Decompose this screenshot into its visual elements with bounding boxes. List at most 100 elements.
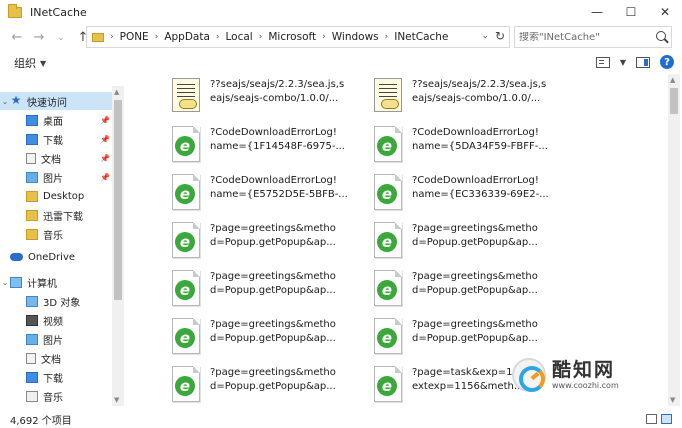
search-box[interactable] bbox=[514, 26, 672, 48]
nav-item-pictures[interactable]: 图片 📌 bbox=[0, 168, 112, 186]
chevron-right-icon[interactable]: › bbox=[259, 32, 263, 42]
nav-label: 桌面 bbox=[43, 116, 63, 128]
window-controls: — ☐ ✕ bbox=[580, 0, 682, 24]
preview-pane-icon[interactable] bbox=[636, 56, 650, 68]
chevron-right-icon[interactable]: › bbox=[155, 32, 159, 42]
folder-icon bbox=[92, 32, 104, 42]
back-button[interactable]: ← bbox=[6, 26, 28, 48]
breadcrumb-item[interactable]: PONE bbox=[120, 31, 149, 43]
nav-item-desktop[interactable]: 桌面 📌 bbox=[0, 111, 112, 129]
nav-item-pc-documents[interactable]: 文档 bbox=[0, 349, 112, 367]
computer-icon bbox=[10, 276, 22, 288]
nav-label: 音乐 bbox=[43, 230, 63, 242]
change-view-icon[interactable] bbox=[595, 56, 610, 68]
nav-onedrive[interactable]: OneDrive bbox=[0, 248, 112, 266]
file-item[interactable]: e ?page=greetings&metho d=Popup.getPopup&… bbox=[372, 222, 572, 266]
navigation-scrollbar[interactable]: ▲ ▼ bbox=[112, 86, 124, 406]
music-icon bbox=[26, 228, 38, 240]
file-item[interactable]: e ?page=greetings&metho d=Popup.getPopup&… bbox=[170, 270, 370, 314]
chevron-right-icon[interactable]: › bbox=[385, 32, 389, 42]
pin-icon: 📌 bbox=[100, 172, 110, 182]
file-item[interactable]: e ?page=greetings&metho d=Popup.getPopup&… bbox=[170, 366, 370, 406]
file-name: ??seajs/seajs/2.2.3/sea.js,s eajs/seajs-c… bbox=[210, 79, 345, 104]
file-name: ?page=greetings&metho d=Popup.getPopup&ap… bbox=[412, 271, 538, 296]
content-scrollbar[interactable]: ▲ ▼ bbox=[668, 74, 680, 406]
nav-item-downloads[interactable]: 下载 📌 bbox=[0, 130, 112, 148]
nav-item-pc-pictures[interactable]: 图片 bbox=[0, 330, 112, 348]
forward-button[interactable]: → bbox=[28, 26, 50, 48]
scroll-up-icon[interactable]: ▲ bbox=[670, 76, 675, 84]
details-view-icon[interactable] bbox=[646, 414, 657, 424]
ie-file-icon: e bbox=[170, 222, 202, 262]
scroll-thumb[interactable] bbox=[670, 88, 678, 114]
ie-file-icon: e bbox=[372, 270, 404, 310]
recent-locations-button[interactable]: ⌄ bbox=[50, 26, 72, 48]
nav-quick-access[interactable]: ⌄ ★ 快速访问 bbox=[0, 92, 112, 110]
file-item[interactable]: e ?CodeDownloadErrorLog! name={1F14548F-6… bbox=[170, 126, 370, 170]
help-icon[interactable]: ? bbox=[660, 55, 674, 69]
breadcrumb-item[interactable]: Microsoft bbox=[268, 31, 316, 43]
address-dropdown-button[interactable]: ⌄ bbox=[481, 31, 489, 41]
script-file-icon bbox=[170, 78, 202, 118]
file-item[interactable]: e ?CodeDownloadErrorLog! name={E5752D5E-5… bbox=[170, 174, 370, 218]
breadcrumb-item[interactable]: INetCache bbox=[394, 31, 448, 43]
file-item[interactable]: ??seajs/seajs/2.2.3/sea.js,s eajs/seajs-c… bbox=[170, 78, 370, 122]
search-icon[interactable] bbox=[656, 31, 666, 41]
chevron-down-icon: ▼ bbox=[40, 58, 47, 68]
ie-file-icon: e bbox=[372, 366, 404, 406]
scroll-down-icon[interactable]: ▼ bbox=[114, 396, 119, 404]
file-item[interactable]: ??seajs/seajs/2.2.3/sea.js,s eajs/seajs-c… bbox=[372, 78, 572, 122]
file-item[interactable]: e ?CodeDownloadErrorLog! name={5DA34F59-F… bbox=[372, 126, 572, 170]
breadcrumb-item[interactable]: Windows bbox=[332, 31, 379, 43]
scroll-up-icon[interactable]: ▲ bbox=[114, 88, 119, 96]
file-name: ?page=greetings&metho d=Popup.getPopup&ap… bbox=[210, 319, 336, 344]
maximize-button[interactable]: ☐ bbox=[614, 0, 648, 24]
item-count: 4,692 个项目 bbox=[10, 415, 72, 427]
desktop-icon bbox=[26, 114, 38, 126]
nav-item-pc-downloads[interactable]: 下载 bbox=[0, 368, 112, 386]
organize-button[interactable]: 组织 ▼ bbox=[14, 55, 46, 71]
file-name: ?page=greetings&metho d=Popup.getPopup&ap… bbox=[412, 223, 538, 248]
file-item[interactable]: e ?page=greetings&metho d=Popup.getPopup&… bbox=[372, 270, 572, 314]
document-icon bbox=[26, 152, 36, 164]
nav-item-pc-music[interactable]: 音乐 bbox=[0, 387, 112, 405]
minimize-button[interactable]: — bbox=[580, 0, 614, 24]
file-item[interactable]: e ?CodeDownloadErrorLog! name={EC336339-6… bbox=[372, 174, 572, 218]
file-name: ?page=greetings&metho d=Popup.getPopup&ap… bbox=[210, 271, 336, 296]
chevron-down-icon[interactable]: ⌄ bbox=[0, 278, 10, 287]
chevron-down-icon[interactable]: ⌄ bbox=[0, 97, 10, 106]
chevron-right-icon[interactable]: › bbox=[110, 32, 114, 42]
breadcrumb-item[interactable]: Local bbox=[226, 31, 253, 43]
scroll-thumb[interactable] bbox=[114, 100, 122, 300]
watermark-text: 酷知网 www.coozhi.com bbox=[552, 359, 619, 391]
nav-label: 3D 对象 bbox=[43, 297, 81, 309]
watermark-url: www.coozhi.com bbox=[552, 381, 619, 390]
file-item[interactable]: e ?page=greetings&metho d=Popup.getPopup&… bbox=[170, 318, 370, 362]
download-folder-icon bbox=[26, 371, 38, 383]
video-icon bbox=[26, 314, 38, 326]
nav-this-pc[interactable]: ⌄ 计算机 bbox=[0, 273, 112, 291]
picture-icon bbox=[26, 171, 38, 183]
nav-item-music[interactable]: 音乐 bbox=[0, 225, 112, 243]
scroll-down-icon[interactable]: ▼ bbox=[670, 396, 675, 404]
nav-item-3d-objects[interactable]: 3D 对象 bbox=[0, 292, 112, 310]
chevron-right-icon[interactable]: › bbox=[322, 32, 326, 42]
close-button[interactable]: ✕ bbox=[648, 0, 682, 24]
nav-item-documents[interactable]: 文档 📌 bbox=[0, 149, 112, 167]
nav-item-desktop-folder[interactable]: Desktop bbox=[0, 187, 112, 205]
watermark-name: 酷知网 bbox=[552, 359, 616, 381]
nav-label: 文档 bbox=[41, 154, 61, 166]
nav-item-videos[interactable]: 视频 bbox=[0, 311, 112, 329]
refresh-icon[interactable]: ↻ bbox=[495, 29, 505, 43]
file-name: ?page=greetings&metho d=Popup.getPopup&ap… bbox=[210, 223, 336, 248]
chevron-right-icon[interactable]: › bbox=[216, 32, 220, 42]
nav-item-xunlei[interactable]: 迅雷下载 bbox=[0, 206, 112, 224]
breadcrumb-item[interactable]: AppData bbox=[164, 31, 210, 43]
tiles-view-icon[interactable] bbox=[661, 414, 672, 424]
file-item[interactable]: e ?page=greetings&metho d=Popup.getPopup&… bbox=[170, 222, 370, 266]
file-name: ?CodeDownloadErrorLog! name={1F14548F-697… bbox=[210, 127, 345, 152]
address-bar[interactable]: › PONE › AppData › Local › Microsoft › W… bbox=[86, 26, 510, 48]
search-input[interactable] bbox=[519, 31, 649, 43]
organize-label: 组织 bbox=[14, 57, 36, 70]
view-dropdown-icon[interactable]: ▼ bbox=[620, 58, 626, 67]
